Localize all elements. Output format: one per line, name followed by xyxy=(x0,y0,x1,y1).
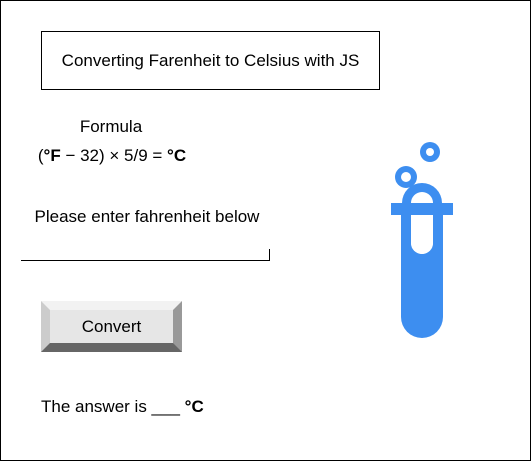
app-canvas: Converting Farenheit to Celsius with JS … xyxy=(0,0,531,461)
convert-button-label: Convert xyxy=(81,316,142,336)
answer-prefix: The answer is ___ xyxy=(41,397,185,416)
page-title-text: Converting Farenheit to Celsius with JS xyxy=(61,50,360,70)
answer-unit: °C xyxy=(184,397,204,416)
convert-button[interactable]: Convert xyxy=(41,301,182,352)
formula-middle: − 32) × 5/9 = xyxy=(60,146,168,165)
test-tube-icon xyxy=(391,142,453,338)
formula-f-unit: °F xyxy=(43,146,61,165)
fahrenheit-input[interactable] xyxy=(21,249,270,261)
formula-label: Formula xyxy=(79,117,143,136)
input-prompt: Please enter fahrenheit below xyxy=(34,207,260,226)
page-title: Converting Farenheit to Celsius with JS xyxy=(41,31,380,90)
answer-text: The answer is ___ °C xyxy=(41,397,204,417)
formula-c-unit: °C xyxy=(167,146,187,165)
formula-text: (°F − 32) × 5/9 = °C xyxy=(21,146,203,166)
